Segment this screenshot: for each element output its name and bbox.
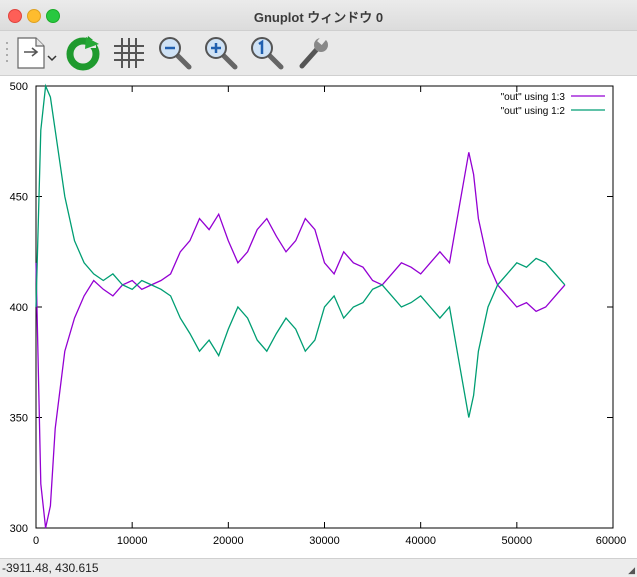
y-tick-label: 350 bbox=[10, 413, 28, 425]
wrench-icon bbox=[299, 35, 328, 69]
zoom-out-icon bbox=[159, 37, 192, 70]
refresh-icon bbox=[66, 36, 100, 71]
x-tick-label: 60000 bbox=[596, 535, 627, 547]
x-tick-label: 0 bbox=[33, 535, 39, 547]
x-tick-label: 50000 bbox=[502, 535, 533, 547]
title-bar: Gnuplot ウィンドウ 0 bbox=[0, 0, 637, 31]
window-title: Gnuplot ウィンドウ 0 bbox=[253, 10, 384, 25]
plot-area[interactable]: 0 10000 20000 30000 40000 50000 60000 300 350 400… bbox=[0, 76, 637, 558]
chart: 0 10000 20000 30000 40000 50000 60000 300 350 400… bbox=[10, 81, 627, 547]
replot-button[interactable] bbox=[64, 34, 102, 72]
y-tick-label: 300 bbox=[10, 523, 28, 535]
toolbar bbox=[0, 31, 637, 76]
status-bar: -3911.48, 430.615 ◢ bbox=[0, 558, 637, 577]
zoom-reset-button[interactable] bbox=[248, 34, 286, 72]
legend-label: "out" using 1:3 bbox=[501, 92, 566, 103]
document-export-icon bbox=[17, 37, 57, 69]
resize-grip-icon[interactable]: ◢ bbox=[628, 565, 635, 576]
y-tick-label: 450 bbox=[10, 192, 28, 204]
cursor-coordinates: -3911.48, 430.615 bbox=[2, 561, 99, 575]
zoom-in-icon bbox=[205, 37, 238, 70]
x-tick-label: 20000 bbox=[213, 535, 244, 547]
grid-icon bbox=[114, 38, 144, 68]
toolbar-grip bbox=[6, 42, 8, 62]
zoom-reset-icon bbox=[251, 37, 284, 70]
export-button[interactable] bbox=[14, 34, 60, 72]
y-tick-label: 500 bbox=[10, 81, 28, 93]
zoom-in-button[interactable] bbox=[202, 34, 240, 72]
x-tick-label: 40000 bbox=[405, 535, 436, 547]
zoom-out-button[interactable] bbox=[156, 34, 194, 72]
y-tick-label: 400 bbox=[10, 302, 28, 314]
grid-button[interactable] bbox=[110, 34, 148, 72]
x-tick-label: 10000 bbox=[117, 535, 148, 547]
x-tick-label: 30000 bbox=[309, 535, 340, 547]
settings-button[interactable] bbox=[294, 34, 332, 72]
legend-label: "out" using 1:2 bbox=[501, 106, 566, 117]
